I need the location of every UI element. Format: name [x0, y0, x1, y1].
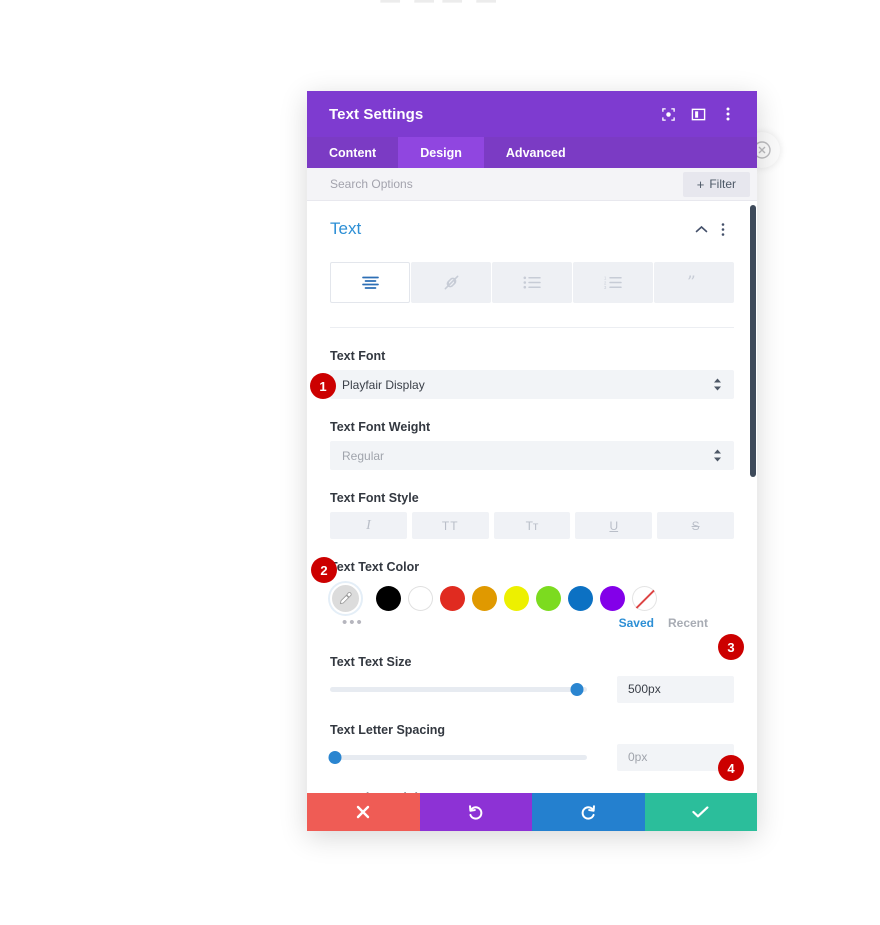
chevron-up-icon[interactable]: [690, 218, 712, 240]
search-bar: + Filter: [307, 168, 757, 201]
slider-knob[interactable]: [328, 750, 342, 764]
text-align-icon[interactable]: [330, 262, 410, 303]
check-icon: [692, 806, 709, 818]
text-font-label: Text Font: [330, 349, 386, 363]
text-letter-spacing-row: 0px: [328, 743, 734, 771]
ordered-list-icon[interactable]: 1 2 3: [573, 262, 653, 303]
text-font-style-label: Text Font Style: [330, 491, 419, 505]
annotation-badge-3: 3: [718, 634, 744, 660]
text-text-size-label: Text Text Size: [330, 655, 412, 669]
chevron-updown-icon: [713, 378, 722, 391]
swatch-blue[interactable]: [568, 585, 593, 611]
swatch-orange[interactable]: [472, 585, 497, 611]
filter-button-label: Filter: [709, 177, 736, 191]
vertical-scrollbar[interactable]: [749, 201, 757, 793]
color-tabs: Saved Recent: [619, 616, 734, 630]
tab-content[interactable]: Content: [307, 137, 398, 168]
cancel-button[interactable]: [307, 793, 420, 831]
text-font-weight-label: Text Font Weight: [330, 420, 431, 434]
undo-icon: [469, 804, 483, 820]
eyedropper-icon[interactable]: [330, 582, 361, 614]
svg-text:”: ”: [687, 275, 696, 291]
kebab-menu-icon[interactable]: [712, 218, 734, 240]
smallcaps-glyph: Tᴛ: [525, 518, 539, 533]
swatch-yellow[interactable]: [504, 585, 529, 611]
panel-action-bar: [307, 793, 757, 831]
color-swatch-row: [330, 581, 734, 615]
text-font-weight-value: Regular: [342, 448, 385, 463]
swatch-red[interactable]: [440, 585, 465, 611]
panel-header: Text Settings: [307, 91, 757, 137]
color-row-meta: ••• Saved Recent: [330, 612, 734, 634]
blockquote-icon[interactable]: ”: [654, 262, 734, 303]
redo-icon: [581, 804, 595, 820]
annotation-badge-1: 1: [310, 373, 336, 399]
underline-glyph: U: [609, 518, 619, 533]
text-font-weight-select[interactable]: Regular: [330, 441, 734, 470]
unordered-list-icon[interactable]: [492, 262, 572, 303]
text-letter-spacing-slider[interactable]: [328, 747, 587, 767]
filter-button[interactable]: + Filter: [682, 171, 750, 197]
link-slash-icon[interactable]: [411, 262, 491, 303]
chevron-updown-icon: [713, 449, 722, 462]
kebab-menu-icon[interactable]: [713, 99, 743, 129]
strikethrough-glyph: S: [691, 518, 700, 533]
tab-design[interactable]: Design: [398, 137, 484, 168]
target-icon[interactable]: [653, 99, 683, 129]
smallcaps-button[interactable]: Tᴛ: [493, 512, 571, 539]
text-font-select[interactable]: Playfair Display: [330, 370, 734, 399]
section-header-text: Text: [330, 201, 734, 242]
swatch-white[interactable]: [408, 585, 433, 611]
text-style-toggle-grid: 1 2 3 ”: [330, 262, 734, 303]
swatch-black[interactable]: [376, 585, 401, 611]
uppercase-button[interactable]: TT: [411, 512, 489, 539]
search-input[interactable]: [307, 176, 683, 192]
divider: [330, 327, 734, 328]
swatch-transparent[interactable]: [632, 585, 657, 611]
recent-colors-tab[interactable]: Recent: [668, 616, 708, 630]
text-font-style-buttons: I TT Tᴛ U S: [330, 512, 734, 539]
text-text-color-label: Text Text Color: [330, 560, 420, 574]
save-button[interactable]: [644, 793, 757, 831]
annotation-badge-2: 2: [311, 557, 337, 583]
italic-glyph: I: [366, 517, 371, 533]
text-settings-modal: Text Settings Content Design Advanced Se…: [307, 91, 757, 831]
page-title: Text Settings: [329, 105, 424, 123]
quote-glyph-right: “: [432, 0, 519, 107]
strikethrough-button[interactable]: S: [657, 512, 734, 539]
underline-button[interactable]: U: [575, 512, 653, 539]
x-icon: [357, 805, 370, 819]
text-line-height-label: Text Line Height: [330, 791, 734, 793]
text-text-size-input[interactable]: 500px: [617, 675, 734, 703]
panel-tab-bar: Content Design Advanced: [307, 137, 757, 168]
layout-panel-icon[interactable]: [683, 99, 713, 129]
section-title: Text: [330, 219, 362, 238]
swatch-green[interactable]: [536, 585, 561, 611]
more-colors-icon[interactable]: •••: [330, 615, 364, 630]
saved-colors-tab[interactable]: Saved: [619, 616, 654, 630]
panel-body: Text 1 2 3 ” Text Font Playfair Display …: [307, 201, 757, 793]
text-letter-spacing-label: Text Letter Spacing: [330, 723, 446, 737]
svg-text:3: 3: [604, 285, 607, 289]
background-quote-decoration: “ “: [0, 0, 880, 94]
text-font-value: Playfair Display: [342, 377, 425, 392]
slider-track: [330, 754, 587, 760]
swatch-purple[interactable]: [600, 585, 625, 611]
slider-knob[interactable]: [570, 682, 584, 696]
plus-icon: +: [696, 176, 705, 192]
text-text-size-slider[interactable]: [330, 679, 587, 699]
annotation-badge-4: 4: [718, 755, 744, 781]
tab-advanced[interactable]: Advanced: [484, 137, 588, 168]
redo-button[interactable]: [532, 793, 645, 831]
scrollbar-thumb[interactable]: [750, 205, 756, 477]
text-text-size-row: 500px: [330, 675, 734, 703]
undo-button[interactable]: [419, 793, 532, 831]
italic-button[interactable]: I: [330, 512, 407, 539]
uppercase-glyph: TT: [441, 518, 459, 533]
text-letter-spacing-input[interactable]: 0px: [617, 743, 734, 771]
slider-track: [330, 686, 587, 692]
